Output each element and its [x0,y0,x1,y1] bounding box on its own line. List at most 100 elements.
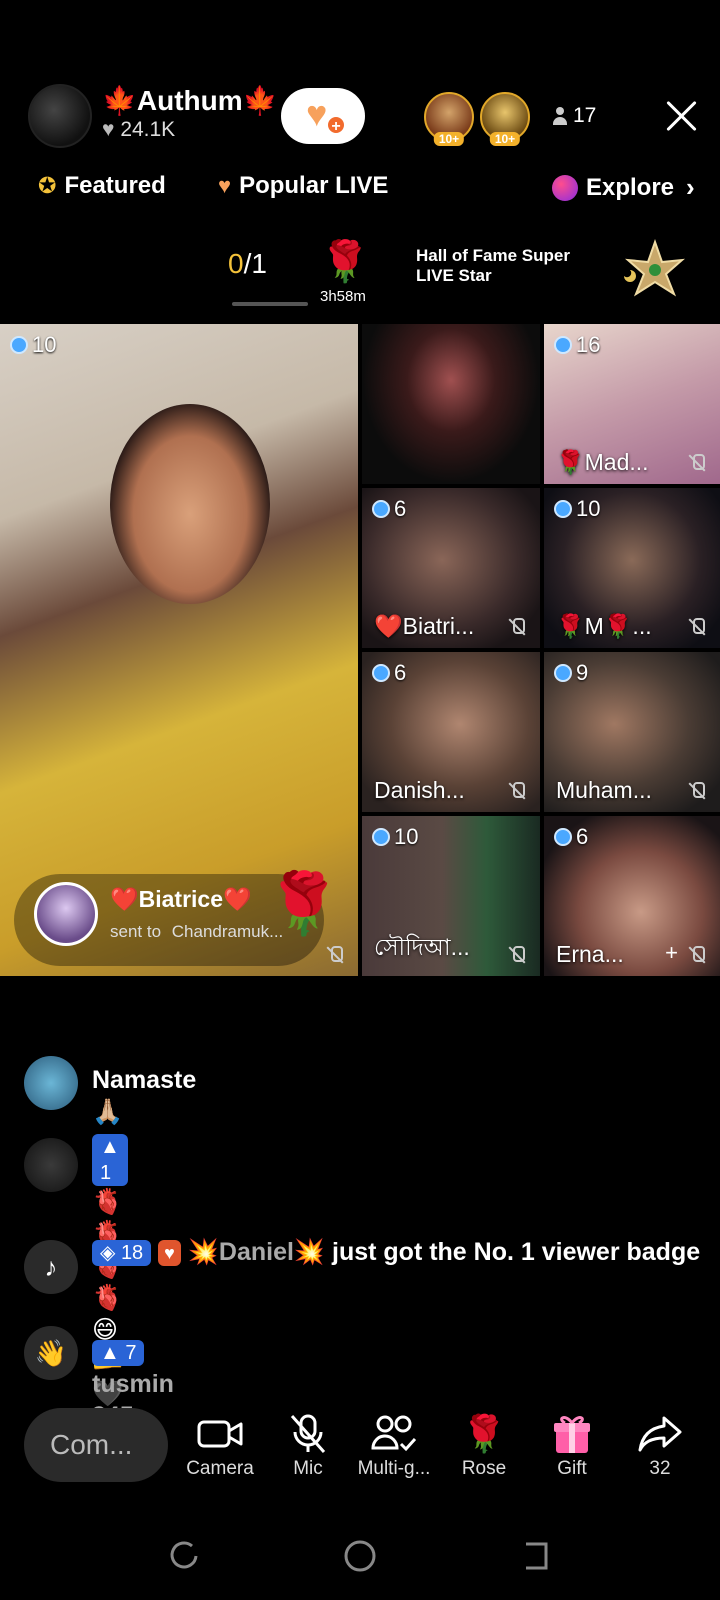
shield-icon [372,664,390,682]
tab-featured-label: Featured [64,172,166,199]
host-likes: ♥ 24.1K [102,118,175,142]
video-tile-guest[interactable]: 6 Erna... + [544,816,720,976]
level-badge: 6 [554,824,588,850]
level-value: 10 [32,332,57,357]
host-avatar[interactable] [28,84,92,148]
chevron-right-icon: › [686,172,695,202]
level-value: 16 [576,332,601,357]
rose-label: Rose [461,1458,507,1479]
tab-featured[interactable]: ✪ Featured [38,172,166,200]
mic-muted-icon [508,618,526,636]
mic-button[interactable]: Mic [266,1410,350,1480]
level-value: 10 [576,496,601,521]
wave-hand-icon: 👋 [24,1326,78,1380]
multi-guest-button[interactable]: Multi-g... [352,1410,436,1480]
viewer-level-badge: ▲ 1 [92,1134,128,1186]
rose-gift-icon: 🌹 [266,870,341,937]
person-icon [553,107,567,125]
host-name[interactable]: 🍁Authum🍁 [102,84,277,117]
back-button[interactable] [518,1538,554,1574]
level-badge: 10 [10,332,56,358]
level-badge: 9 [554,660,588,686]
level-value: 6 [576,824,589,849]
gift-sent-to: sent to Chandramuk... [110,922,283,942]
chat-username[interactable]: 💥Daniel💥 [188,1238,325,1266]
mic-muted-icon [266,1410,350,1458]
mic-muted-icon [688,946,706,964]
share-count: 32 [649,1458,671,1479]
shield-icon [372,500,390,518]
host-video-face [110,404,270,604]
home-button[interactable] [342,1538,378,1574]
chat-text: Namaste 🙏🏼 [92,1066,197,1126]
heart-icon: ♥ [218,173,232,198]
heart-icon: ♥ [102,118,115,141]
comment-input[interactable]: Com... [24,1408,168,1482]
follow-heart-icon: + [306,93,346,135]
camera-label: Camera [186,1458,254,1479]
top-viewer-avatar[interactable]: 10+ [480,92,530,146]
guest-name: 🌹Mad... [556,449,649,475]
video-tile-guest[interactable]: 6 Danish... [362,652,540,812]
video-tile-guest[interactable]: 6 ❤️Biatri... [362,488,540,648]
gift-button[interactable]: Gift [530,1410,614,1480]
follow-button[interactable]: + [281,88,365,144]
explore-link[interactable]: Explore › [552,172,695,203]
gift-sent-label: sent to [110,922,162,941]
recent-apps-button[interactable] [166,1538,202,1574]
level-badge: 16 [554,332,600,358]
close-button[interactable] [662,96,700,134]
explore-orb-icon [552,174,578,201]
fame-progress-bar [232,302,308,306]
guest-name: Erna... [556,941,624,967]
tab-popular-live[interactable]: ♥ Popular LIVE [218,172,388,200]
guest-name: Danish... [374,777,465,803]
star-person-icon: ✪ [38,173,57,198]
chat-avatar[interactable] [24,1056,78,1110]
shield-icon [554,664,572,682]
tab-popular-label: Popular LIVE [239,172,389,199]
gift-box-icon [530,1410,614,1458]
mic-label: Mic [293,1458,323,1479]
rose-timer: 3h58m [320,288,366,305]
chat-body: just got the No. 1 viewer badge [325,1238,701,1266]
fame-progress-num: 0 [228,248,244,279]
shield-icon [554,336,572,354]
viewer-rank-badge: 10+ [433,132,465,146]
video-tile-guest[interactable] [362,324,540,484]
rose-gift-icon[interactable]: 🌹 [320,238,370,285]
fame-star-badge-icon[interactable] [620,238,690,298]
camera-icon [178,1410,262,1458]
explore-label: Explore [586,173,675,201]
level-badge: 10 [554,496,600,522]
fame-progress-total: /1 [243,248,267,279]
multi-guest-label: Multi-g... [357,1458,431,1479]
video-tile-guest[interactable]: 9 Muham... [544,652,720,812]
level-value: 18 [120,1242,144,1265]
mic-muted-icon [508,782,526,800]
guest-name: সৌদিআ... [374,934,470,960]
level-value: 6 [394,496,407,521]
tiktok-icon: ♪ [24,1240,78,1294]
gift-label: Gift [557,1458,587,1479]
video-tile-guest[interactable]: 10 সৌদিআ... [362,816,540,976]
multi-guest-icon [352,1410,436,1458]
viewer-count[interactable]: 17 [553,104,596,128]
share-arrow-icon [618,1410,702,1458]
chat-avatar[interactable] [24,1138,78,1192]
mic-muted-icon [508,946,526,964]
top-viewer-avatar[interactable]: 10+ [424,92,474,146]
shield-icon [372,828,390,846]
shield-icon [554,500,572,518]
add-guest-icon[interactable]: + [665,940,678,966]
camera-button[interactable]: Camera [178,1410,262,1480]
hall-of-fame-title[interactable]: Hall of Fame Super LIVE Star [416,246,596,286]
gift-sender-avatar[interactable] [34,882,98,946]
video-tile-guest[interactable]: 16 🌹Mad... [544,324,720,484]
gift-sender-name: ❤️Biatrice❤️ [110,886,252,912]
shield-icon [10,336,28,354]
rose-gift-button[interactable]: 🌹 Rose [442,1410,526,1480]
guest-name: Muham... [556,777,652,803]
share-button[interactable]: 32 [618,1410,702,1480]
video-tile-guest[interactable]: 10 🌹M🌹... [544,488,720,648]
